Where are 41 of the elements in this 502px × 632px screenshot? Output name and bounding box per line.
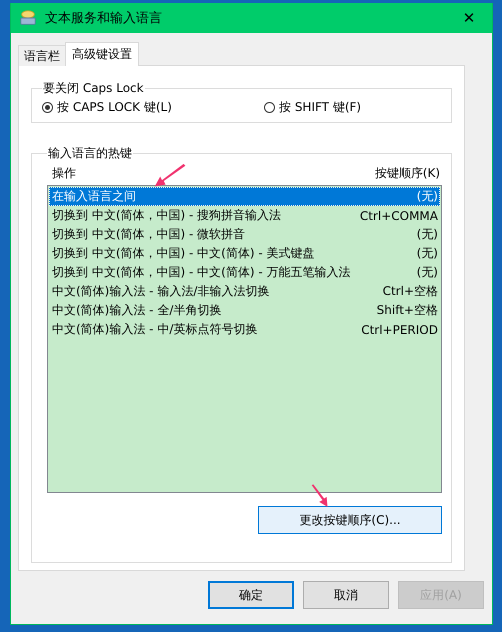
key-sequence: Ctrl+空格 [382,283,438,300]
key-sequence: Shift+空格 [376,302,438,319]
radio-button[interactable] [264,102,275,113]
radio-label[interactable]: 按 CAPS LOCK 键(L) [57,99,172,116]
action-text: 在输入语言之间 [52,188,136,205]
key-sequence: (无) [416,188,438,205]
list-row[interactable]: 中文(简体)输入法 - 全/半角切换 Shift+空格 [49,301,440,320]
key-sequence: (无) [416,245,438,262]
dialog-button[interactable]: 确定 [208,581,294,609]
annotation-arrow [310,483,330,509]
column-header[interactable]: 按键顺序(K) [374,165,440,185]
keyboard-icon [19,9,37,27]
action-text: 中文(简体)输入法 - 全/半角切换 [52,302,222,319]
change-key-sequence-button[interactable]: 更改按键顺序(C)... [258,506,442,534]
list-row[interactable]: 在输入语言之间 (无) [49,187,440,206]
key-sequence: (无) [416,264,438,281]
key-sequence: Ctrl+PERIOD [361,322,438,336]
list-row[interactable]: 切换到 中文(简体，中国) - 搜狗拼音输入法 Ctrl+COMMA [49,206,440,225]
list-row[interactable]: 中文(简体)输入法 - 中/英标点符号切换 Ctrl+PERIOD [49,320,440,339]
dialog-button[interactable]: 取消 [303,581,389,609]
key-sequence: (无) [416,226,438,243]
tab[interactable]: 语言栏 [18,45,66,66]
action-text: 切换到 中文(简体，中国) - 搜狗拼音输入法 [52,207,282,224]
group-title: 输入语言的热键 [47,145,133,162]
list-row[interactable]: 切换到 中文(简体，中国) - 中文(简体) - 万能五笔输入法 (无) [49,263,440,282]
close-button[interactable]: ✕ [446,3,492,33]
key-sequence: Ctrl+COMMA [360,208,438,222]
action-text: 中文(简体)输入法 - 输入法/非输入法切换 [52,283,270,300]
action-text: 切换到 中文(简体，中国) - 中文(简体) - 万能五笔输入法 [52,264,350,281]
list-row[interactable]: 切换到 中文(简体，中国) - 中文(简体) - 美式键盘 (无) [49,244,440,263]
list-row[interactable]: 中文(简体)输入法 - 输入法/非输入法切换 Ctrl+空格 [49,282,440,301]
column-header[interactable]: 操作 [52,165,76,185]
action-text: 中文(简体)输入法 - 中/英标点符号切换 [52,321,258,338]
action-text: 切换到 中文(简体，中国) - 微软拼音 [52,226,246,243]
window-title: 文本服务和输入语言 [45,10,163,27]
group-title: 要关闭 Caps Lock [42,80,145,97]
radio-button[interactable] [42,102,53,113]
tab[interactable]: 高级键设置 [65,42,139,66]
list-row[interactable]: 切换到 中文(简体，中国) - 微软拼音 (无) [49,225,440,244]
radio-label[interactable]: 按 SHIFT 键(F) [279,99,362,116]
action-text: 切换到 中文(简体，中国) - 中文(简体) - 美式键盘 [52,245,314,262]
